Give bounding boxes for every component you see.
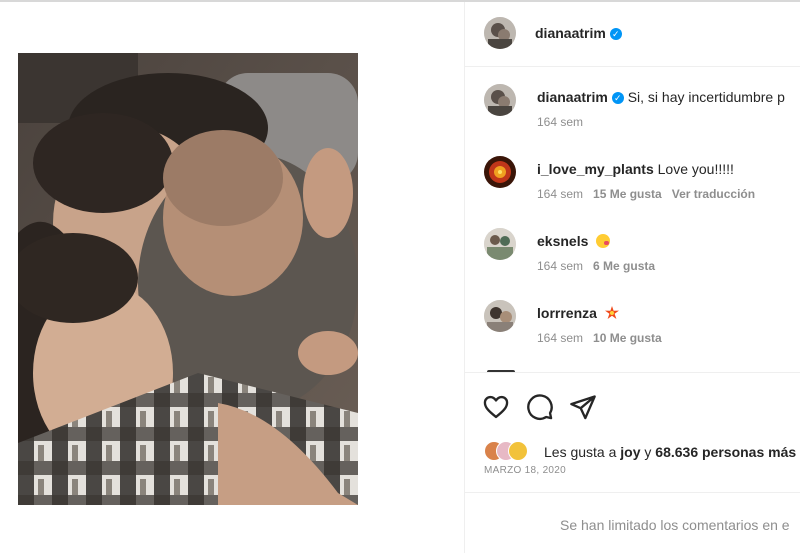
author-username[interactable]: dianaatrim ✓: [535, 25, 622, 41]
likes-prefix: Les gusta a: [544, 444, 617, 460]
author-avatar[interactable]: [484, 17, 516, 49]
limited-comments-text: Se han limitado los comentarios en e: [560, 517, 790, 533]
post-actions-bar: [465, 372, 800, 441]
comment-meta: 164 sem: [537, 115, 593, 129]
author-username-text[interactable]: dianaatrim: [535, 25, 606, 41]
comment-username[interactable]: dianaatrim: [537, 89, 608, 105]
comment-item: lorrrenza 164 sem 10 Me gusta: [465, 283, 800, 353]
likes-count-link[interactable]: 68.636 personas más: [655, 444, 796, 460]
heart-outline-icon[interactable]: [482, 393, 510, 421]
commenter-avatar[interactable]: [484, 84, 516, 116]
likes-connector: y: [644, 444, 652, 460]
comment-time[interactable]: 164 sem: [537, 331, 583, 345]
post-photo[interactable]: [18, 53, 358, 505]
verified-badge-icon: ✓: [609, 28, 622, 40]
comment-line: lorrrenza: [537, 305, 619, 321]
comment-likes[interactable]: 6 Me gusta: [593, 259, 655, 273]
comment-likes[interactable]: 15 Me gusta: [593, 187, 662, 201]
comment-line: i_love_my_plants Love you!!!!!: [537, 161, 734, 177]
comment-line: dianaatrim ✓ Si, si hay incertidumbre p: [537, 89, 785, 105]
post-date[interactable]: MARZO 18, 2020: [484, 465, 566, 476]
comment-meta: 164 sem 10 Me gusta: [537, 331, 672, 345]
comment-line: eksnels: [537, 233, 611, 249]
verified-badge-icon: ✓: [611, 92, 624, 104]
paper-plane-icon[interactable]: [569, 393, 597, 421]
comment-time[interactable]: 164 sem: [537, 187, 583, 201]
post-sidebar: dianaatrim ✓ dianaatrim ✓ Si, si hay incer…: [465, 2, 800, 553]
comment-time[interactable]: 164 sem: [537, 259, 583, 273]
comment-item: dianaatrim ✓ Si, si hay incertidumbre p 1…: [465, 67, 800, 137]
liker-avatar: [508, 441, 528, 461]
sparkle-emoji-icon: [604, 306, 619, 319]
comment-text: Si, si hay incertidumbre p: [627, 89, 785, 105]
comment-username[interactable]: eksnels: [537, 233, 588, 249]
likes-summary: Les gusta a joy y 68.636 personas más: [484, 440, 800, 462]
comment-item: eksnels 164 sem 6 Me gusta: [465, 211, 800, 281]
comment-meta: 164 sem 6 Me gusta: [537, 259, 665, 273]
comment-text: Love you!!!!!: [657, 161, 734, 177]
comment-likes[interactable]: 10 Me gusta: [593, 331, 662, 345]
commenter-avatar[interactable]: [484, 228, 516, 260]
see-translation-link[interactable]: Ver traducción: [672, 187, 755, 201]
comment-item: i_love_my_plants Love you!!!!! 164 sem 15…: [465, 139, 800, 209]
post-header: dianaatrim ✓: [465, 2, 800, 67]
kiss-heart-emoji-icon: [596, 234, 611, 248]
commenter-avatar[interactable]: [484, 156, 516, 188]
liker-username[interactable]: joy: [620, 444, 640, 460]
photo-illustration: [18, 53, 358, 505]
comments-list[interactable]: dianaatrim ✓ Si, si hay incertidumbre p 1…: [465, 67, 800, 372]
comments-limited-notice: Se han limitado los comentarios en e: [465, 492, 800, 554]
comment-time[interactable]: 164 sem: [537, 115, 583, 129]
liker-avatars[interactable]: [484, 440, 540, 461]
comment-username[interactable]: lorrrenza: [537, 305, 597, 321]
comment-meta: 164 sem 15 Me gusta Ver traducción: [537, 187, 765, 201]
post-media-pane: [0, 2, 464, 553]
comment-bubble-icon[interactable]: [526, 393, 554, 421]
likes-text: Les gusta a joy y 68.636 personas más: [544, 444, 796, 460]
commenter-avatar[interactable]: [484, 300, 516, 332]
comment-username[interactable]: i_love_my_plants: [537, 161, 654, 177]
